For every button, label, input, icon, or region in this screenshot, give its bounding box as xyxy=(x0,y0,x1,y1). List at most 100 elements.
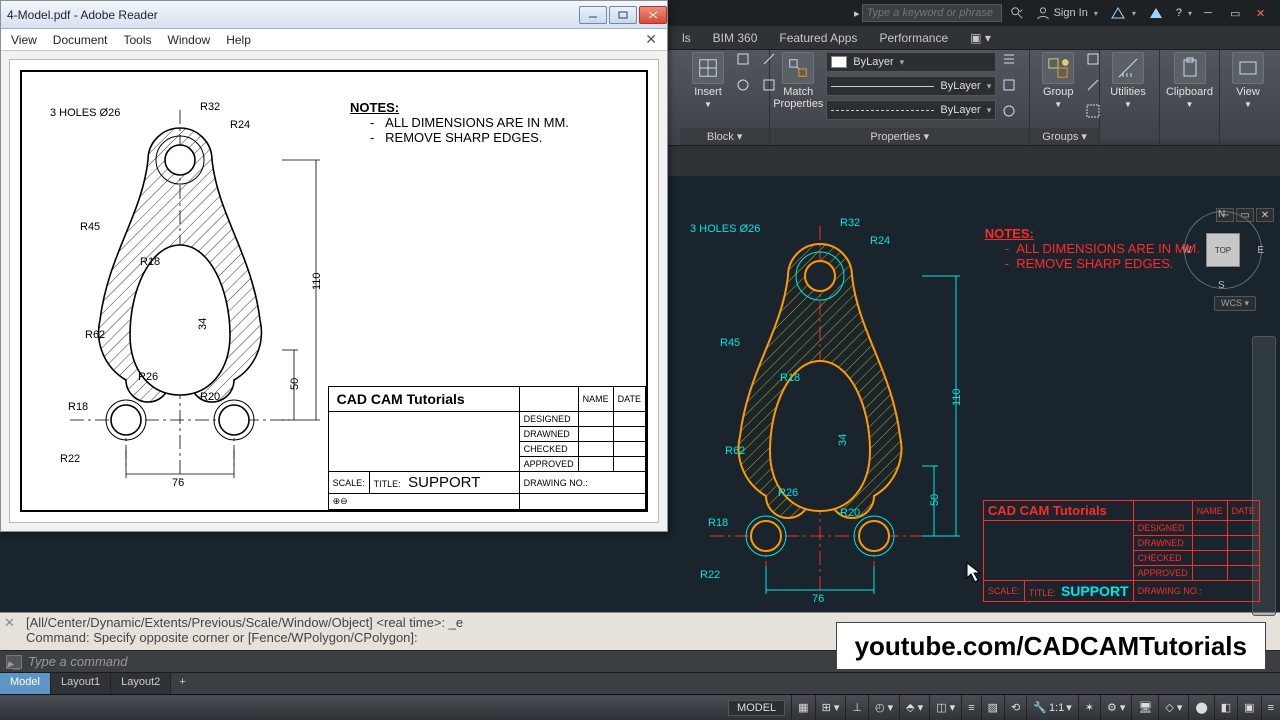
lineweight-select[interactable]: ByLayer xyxy=(826,76,996,96)
svg-text:R45: R45 xyxy=(720,337,740,349)
reader-viewport[interactable]: NOTES: - ALL DIMENSIONS ARE IN MM. - REM… xyxy=(1,51,667,531)
status-annoscale[interactable]: 🔧 1:1 ▾ xyxy=(1026,695,1078,720)
status-monitor-icon[interactable]: 🖥 xyxy=(1131,695,1158,720)
status-cycling-icon[interactable]: ⟲ xyxy=(1004,695,1026,720)
svg-text:R32: R32 xyxy=(200,101,220,113)
reader-menu[interactable]: Help xyxy=(226,33,251,47)
svg-text:R32: R32 xyxy=(840,217,860,229)
status-polar-icon[interactable]: ◴ ▾ xyxy=(868,695,899,720)
block-attr-icon[interactable] xyxy=(736,78,758,100)
ribbon-overflow-icon[interactable]: ▣ ▾ xyxy=(968,27,993,49)
exchange-apps-icon[interactable] xyxy=(1104,2,1142,24)
search-chevron-icon[interactable]: ▸ xyxy=(854,7,860,20)
layout-tab[interactable]: Layout1 xyxy=(51,673,111,694)
cad-notes: NOTES: - ALL DIMENSIONS ARE IN MM. - REM… xyxy=(985,226,1200,271)
viewcube-east[interactable]: E xyxy=(1257,245,1264,256)
pdf-drawing: 3 HOLES Ø26 R32 R24 R45 R18 R62 R26 R20 … xyxy=(30,80,350,500)
reader-menu[interactable]: Tools xyxy=(124,33,152,47)
command-close-icon[interactable]: ✕ xyxy=(4,615,15,630)
adobe-reader-window: 4-Model.pdf - Adobe Reader View Document… xyxy=(0,0,668,532)
search-icon[interactable] xyxy=(1004,2,1030,24)
clipboard-label: Clipboard xyxy=(1166,86,1213,98)
ribbon-tab[interactable]: Featured Apps xyxy=(777,27,859,49)
status-transparency-icon[interactable]: ▨ xyxy=(981,695,1004,720)
window-restore-button[interactable]: ▭ xyxy=(1224,2,1250,24)
note-line: REMOVE SHARP EDGES. xyxy=(385,130,542,145)
utilities-button[interactable]: Utilities▼ xyxy=(1106,52,1150,109)
status-model-button[interactable]: MODEL xyxy=(728,700,785,716)
color-value: ByLayer xyxy=(853,56,893,68)
layout-add-button[interactable]: + xyxy=(171,673,193,694)
tb-field: DRAWNED xyxy=(1133,536,1192,551)
list-icon[interactable] xyxy=(1002,52,1024,74)
status-annotation-icon[interactable]: ✶ xyxy=(1078,695,1100,720)
reader-doc-close-icon[interactable]: ✕ xyxy=(645,31,657,48)
linetype-select[interactable]: ByLayer xyxy=(826,100,996,120)
viewcube-south[interactable]: S xyxy=(1218,280,1225,291)
tb-col: NAME xyxy=(578,387,613,412)
window-minimize-button[interactable]: ─ xyxy=(1198,2,1224,24)
status-isoplane-icon[interactable]: ⬘ ▾ xyxy=(899,695,929,720)
status-osnap-icon[interactable]: ◫ ▾ xyxy=(929,695,961,720)
help-icon[interactable]: ? xyxy=(1170,2,1198,24)
command-input[interactable]: Type a command xyxy=(28,654,127,669)
view-button[interactable]: View▼ xyxy=(1226,52,1270,109)
search-input[interactable] xyxy=(862,4,1002,22)
status-isolate-icon[interactable]: ◧ xyxy=(1214,695,1237,720)
svg-text:R24: R24 xyxy=(230,119,250,131)
tb-field: DRAWNED xyxy=(519,427,578,442)
reader-close-button[interactable] xyxy=(639,6,667,24)
insert-button[interactable]: Insert ▼ xyxy=(686,52,730,109)
reader-menu[interactable]: Window xyxy=(168,33,211,47)
viewcube-north[interactable]: N xyxy=(1218,209,1225,220)
wcs-indicator[interactable]: WCS ▾ xyxy=(1214,296,1256,311)
status-lineweight-icon[interactable]: ≡ xyxy=(961,695,980,720)
layout-tab[interactable]: Layout2 xyxy=(111,673,171,694)
clipboard-button[interactable]: Clipboard▼ xyxy=(1166,52,1213,109)
window-close-button[interactable]: ✕ xyxy=(1250,2,1276,24)
svg-text:R18: R18 xyxy=(68,401,88,413)
status-grid-icon[interactable]: ▦ xyxy=(791,695,814,720)
status-snap-icon[interactable]: ⊞ ▾ xyxy=(815,695,846,720)
group-button[interactable]: Group ▼ xyxy=(1036,52,1080,109)
match-properties-button[interactable]: Match Properties xyxy=(776,52,820,110)
status-units-icon[interactable]: ◇ ▾ xyxy=(1158,695,1188,720)
group-label: Group xyxy=(1043,86,1074,98)
status-workspace-icon[interactable]: ⚙ ▾ xyxy=(1100,695,1131,720)
panel-title[interactable]: Groups ▾ xyxy=(1030,128,1099,145)
svg-text:R24: R24 xyxy=(870,235,890,247)
tb-field: DESIGNED xyxy=(1133,521,1192,536)
transparency-icon[interactable] xyxy=(1002,78,1024,100)
tb-field: APPROVED xyxy=(519,457,578,472)
group-icon xyxy=(1042,52,1074,84)
ribbon-tab[interactable]: ls xyxy=(680,27,693,49)
reader-menu[interactable]: Document xyxy=(53,33,108,47)
color-select[interactable]: ByLayer xyxy=(826,52,996,72)
stay-connected-icon[interactable] xyxy=(1142,2,1170,24)
tb-drawing-no: DRAWING NO.: xyxy=(1133,581,1259,602)
create-block-icon[interactable] xyxy=(736,52,758,74)
svg-text:110: 110 xyxy=(311,272,323,290)
panel-title[interactable]: Properties ▾ xyxy=(770,128,1029,145)
svg-text:R45: R45 xyxy=(80,221,100,233)
viewcube-face[interactable]: TOP xyxy=(1206,233,1240,267)
status-customize-icon[interactable]: ≡ xyxy=(1261,695,1280,720)
ribbon-tab[interactable]: Performance xyxy=(877,27,950,49)
properties-dialog-icon[interactable] xyxy=(1002,104,1024,126)
tb-title-label: TITLE: xyxy=(1029,588,1056,598)
panel-title[interactable]: Block ▾ xyxy=(680,128,769,145)
reader-minimize-button[interactable] xyxy=(579,6,607,24)
status-ortho-icon[interactable]: ⊥ xyxy=(845,695,868,720)
pdf-titleblock: CAD CAM Tutorials NAME DATE DESIGNED DRA… xyxy=(328,386,646,510)
status-hardware-icon[interactable]: ⬤ xyxy=(1188,695,1213,720)
reader-maximize-button[interactable] xyxy=(609,6,637,24)
ribbon-tab[interactable]: BIM 360 xyxy=(711,27,760,49)
layout-tab-model[interactable]: Model xyxy=(0,673,51,694)
notes-title: NOTES: xyxy=(985,226,1034,241)
command-prompt-icon[interactable]: ▸_ xyxy=(6,655,22,669)
signin-button[interactable]: Sign In xyxy=(1030,2,1104,24)
status-cleanscreen-icon[interactable]: ▣ xyxy=(1237,695,1260,720)
reader-titlebar[interactable]: 4-Model.pdf - Adobe Reader xyxy=(1,1,667,29)
svg-text:3 HOLES Ø26: 3 HOLES Ø26 xyxy=(690,223,760,235)
reader-menu[interactable]: View xyxy=(11,33,37,47)
